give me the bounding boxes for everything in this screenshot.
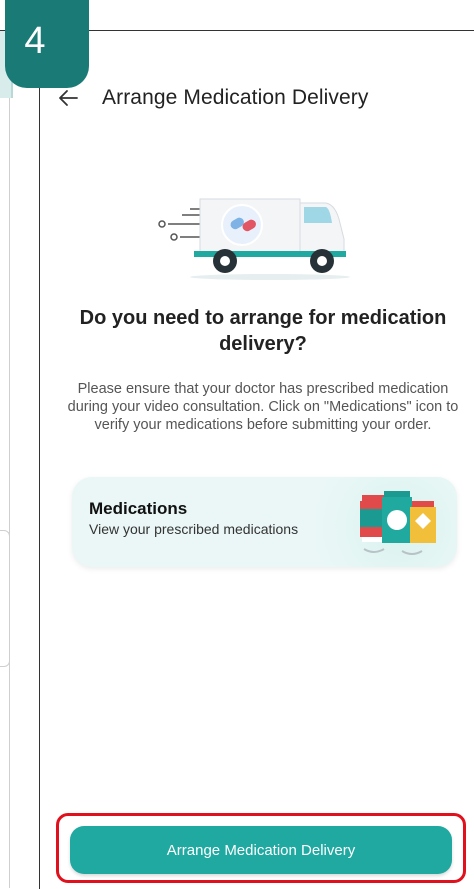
previous-panel-edge <box>0 0 13 888</box>
previous-panel-border <box>9 98 10 888</box>
page-title: Arrange Medication Delivery <box>102 86 369 109</box>
step-badge: 4 <box>5 0 89 88</box>
delivery-van-icon <box>150 183 360 283</box>
arrange-delivery-button[interactable]: Arrange Medication Delivery <box>70 826 452 874</box>
app-header: Arrange Medication Delivery <box>48 80 468 116</box>
phone-screen <box>39 30 474 889</box>
medications-card[interactable]: Medications View your prescribed medicat… <box>72 477 457 567</box>
delivery-question: Do you need to arrange for medication de… <box>79 307 447 355</box>
medications-card-subtitle: View your prescribed medications <box>89 521 299 537</box>
medication-bottles-icon <box>354 487 444 559</box>
delivery-instructions: Please ensure that your doctor has presc… <box>67 381 459 433</box>
medications-card-title: Medications <box>89 499 188 518</box>
arrow-left-icon[interactable] <box>56 86 80 110</box>
previous-panel-scroll-segment <box>0 530 10 667</box>
